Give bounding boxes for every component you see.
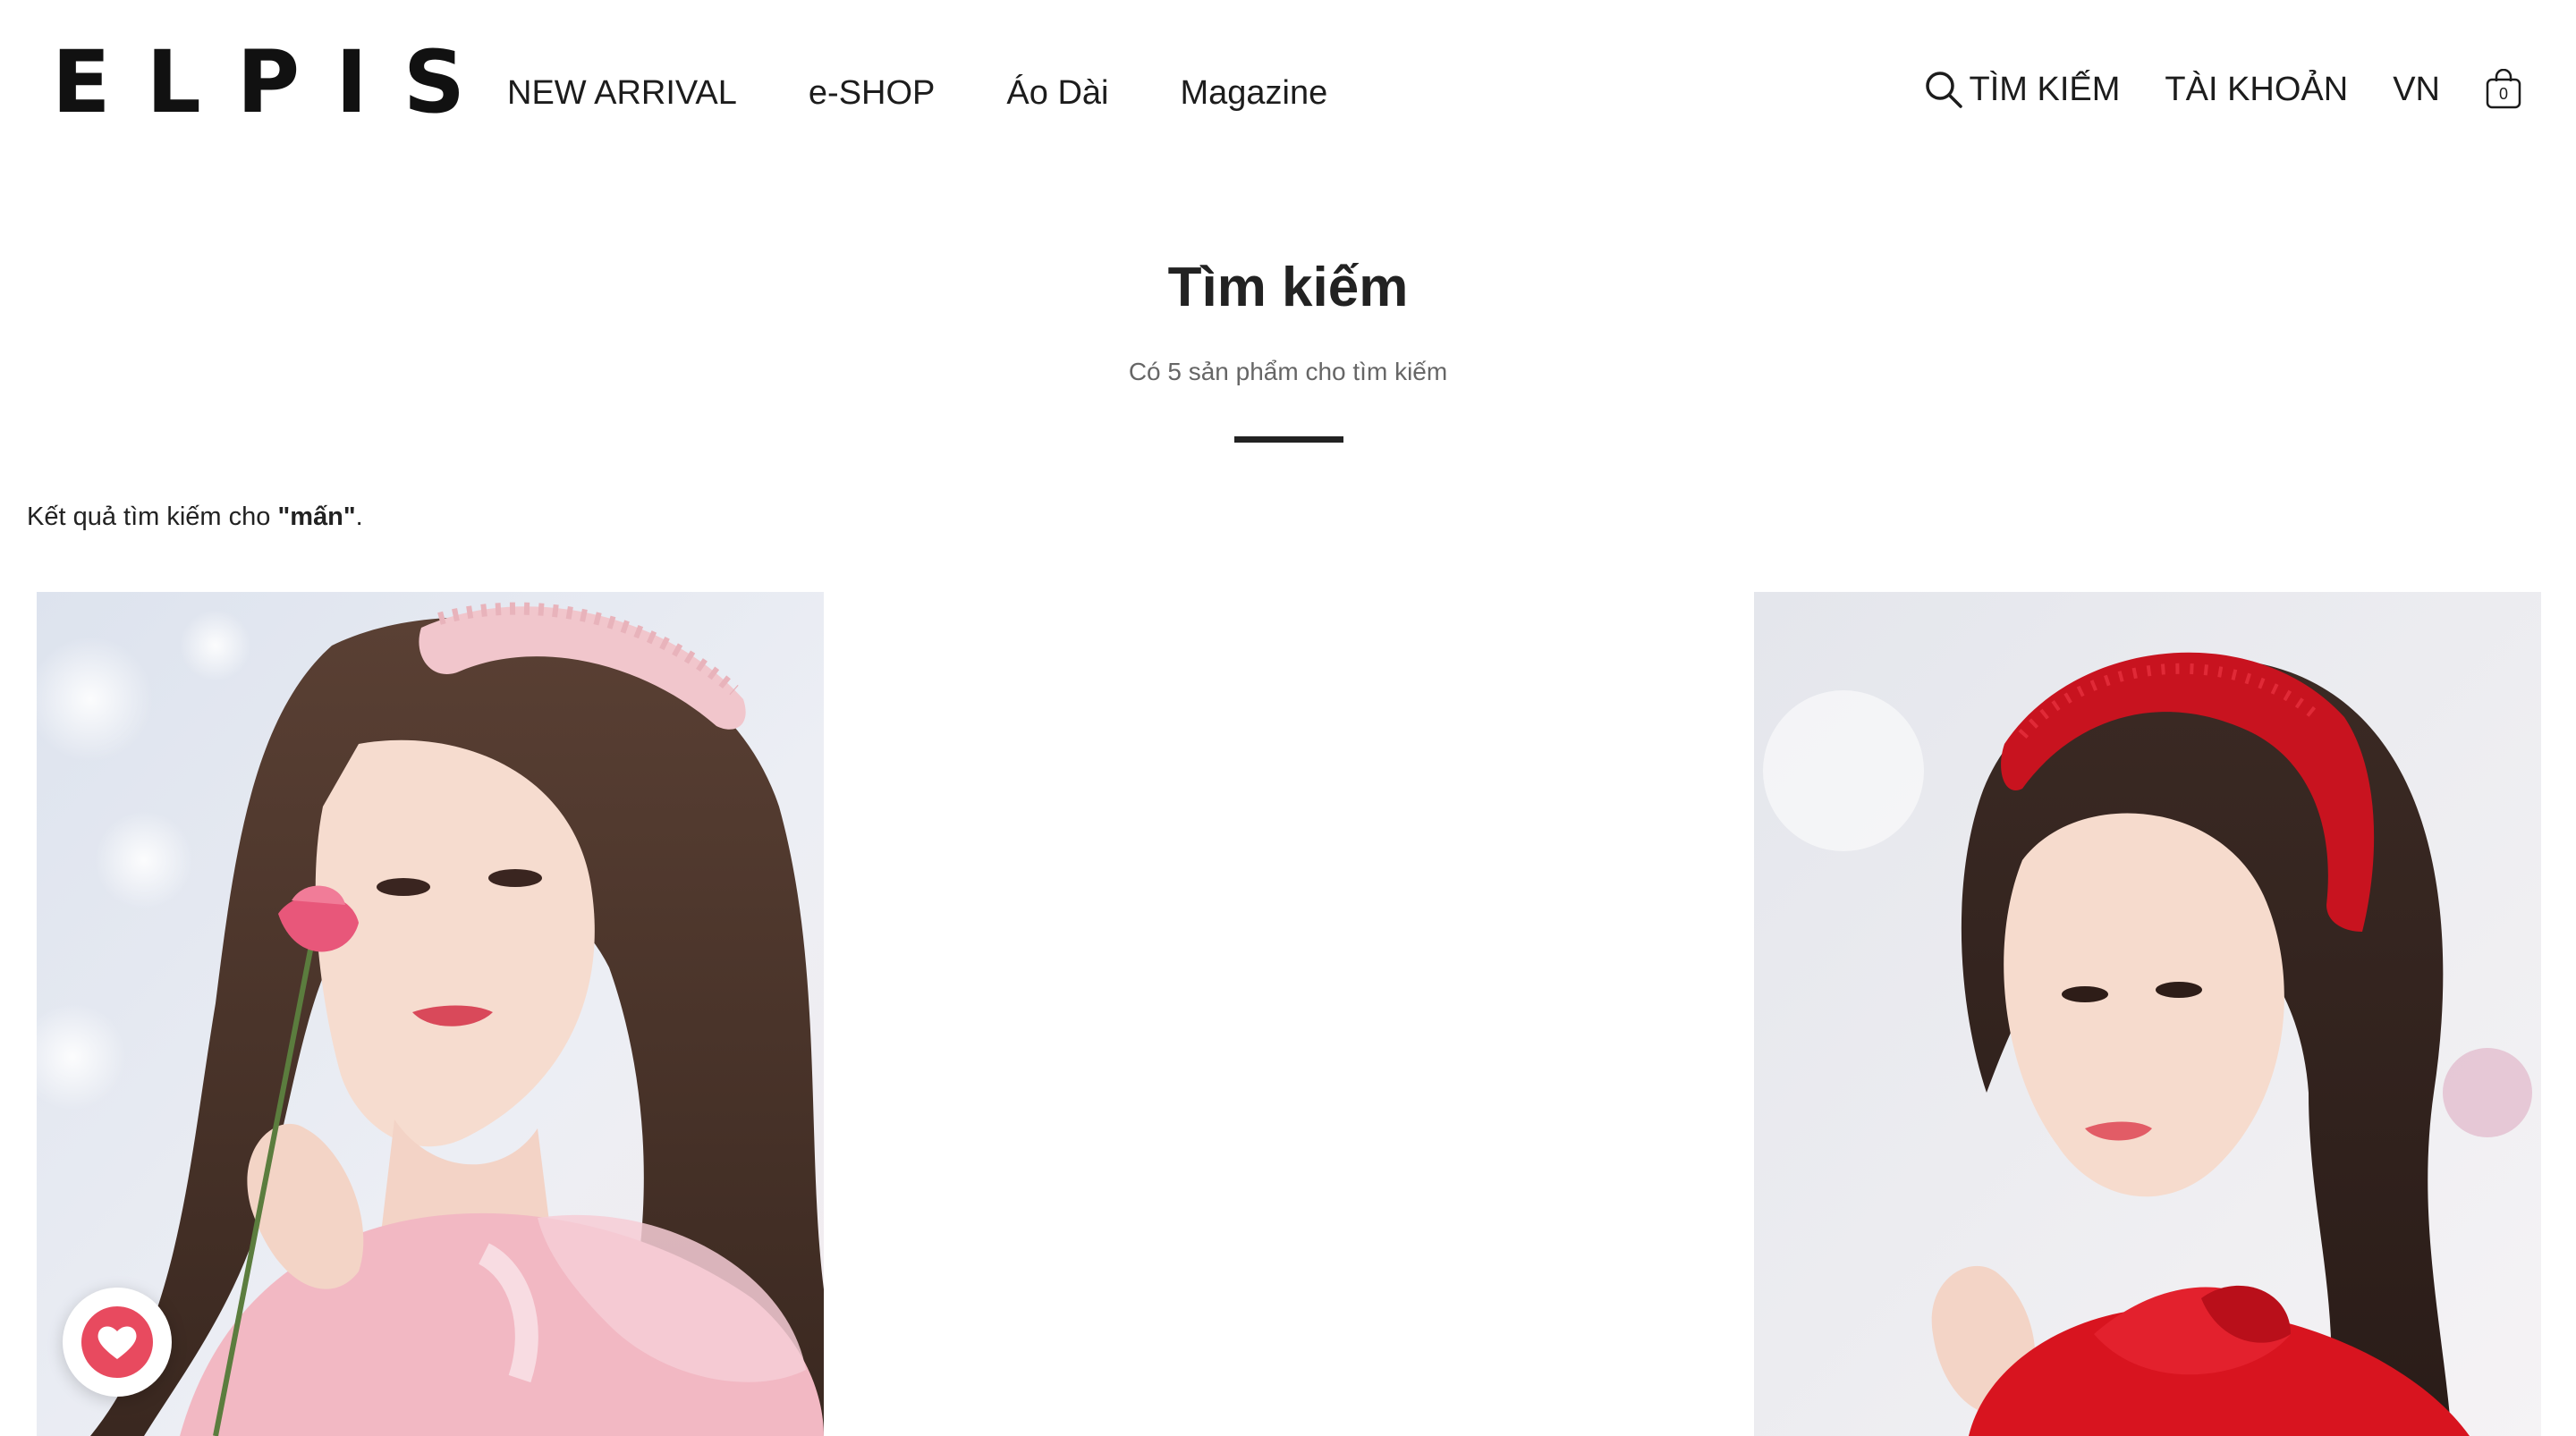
utility-nav: TÌM KIẾM TÀI KHOẢN VN 0 [1923,68,2523,111]
product-card-2[interactable] [1754,592,2541,1436]
cart-count-badge: 0 [2498,85,2508,103]
nav-magazine[interactable]: Magazine [1180,72,1327,114]
main-nav: NEW ARRIVAL e-SHOP Áo Dài Magazine [507,72,1327,114]
title-divider [1234,436,1343,443]
wishlist-button[interactable] [63,1288,172,1397]
language-switch[interactable]: VN [2393,68,2440,111]
shopping-bag-icon: 0 [2485,68,2522,110]
results-count-text: Có 5 sản phẩm cho tìm kiếm [1128,358,1448,385]
page-title: Tìm kiếm [1167,257,1409,318]
search-query: "mấn" [277,503,356,531]
search-icon [1923,69,1964,110]
brand-logo[interactable]: ELPIS [52,39,501,125]
cart-button[interactable]: 0 [2485,68,2522,110]
search-result-summary: Kết quả tìm kiếm cho "mấn". [27,499,363,535]
nav-eshop[interactable]: e-SHOP [809,72,935,114]
nav-ao-dai[interactable]: Áo Dài [1006,72,1108,114]
site-header: ELPIS NEW ARRIVAL e-SHOP Áo Dài Magazine… [0,0,2576,179]
nav-new-arrival[interactable]: NEW ARRIVAL [507,72,737,114]
result-suffix: . [355,503,363,531]
search-button[interactable]: TÌM KIẾM [1923,68,2121,111]
product-photo-red-headband [1754,592,2541,1436]
account-link[interactable]: TÀI KHOẢN [2165,68,2348,111]
result-prefix: Kết quả tìm kiếm cho [27,503,278,531]
heart-icon [97,1326,137,1359]
wishlist-badge [81,1306,153,1378]
search-label: TÌM KIẾM [1969,71,2121,108]
